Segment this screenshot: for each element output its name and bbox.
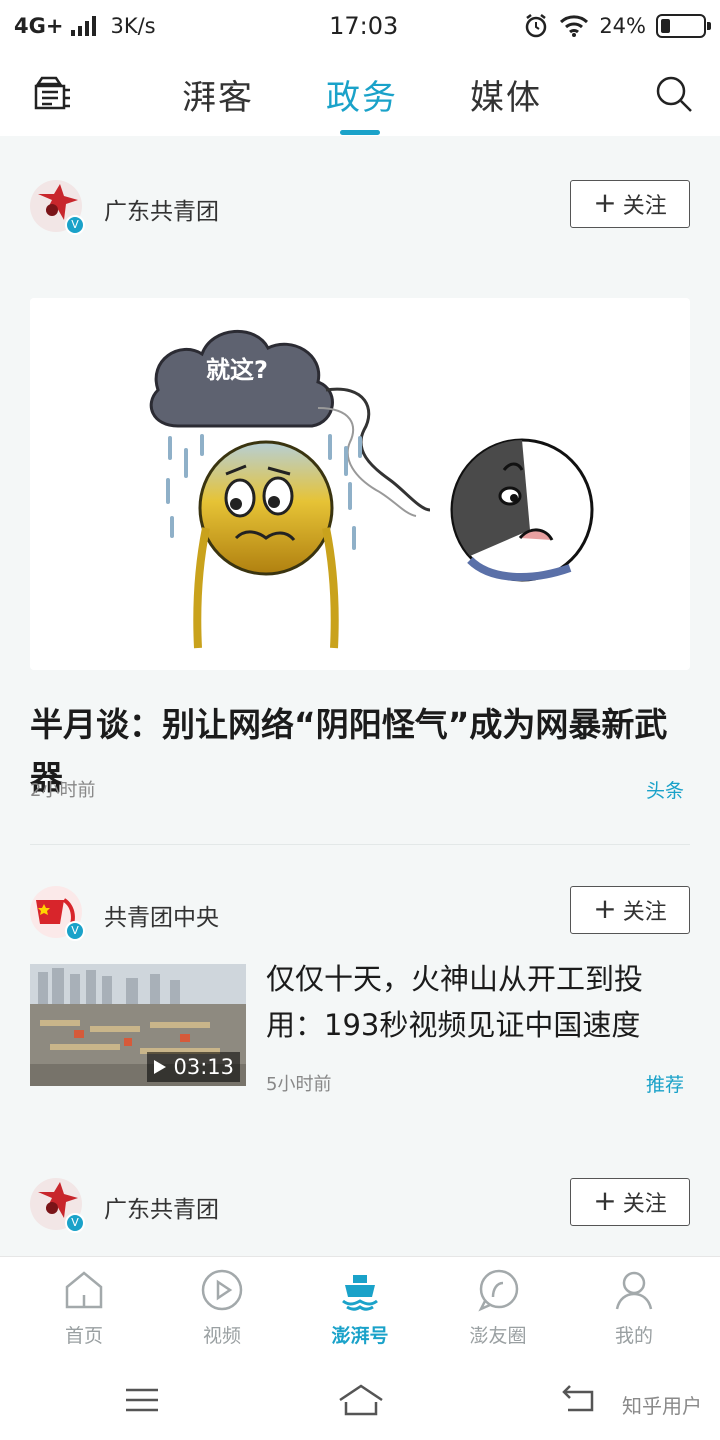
status-bar-right: 24% [523, 13, 711, 39]
play-icon [154, 1060, 167, 1074]
chat-bubble-icon [478, 1269, 519, 1312]
plus-icon: + [593, 1183, 617, 1217]
article-time: 5小时前 [266, 1074, 332, 1095]
home-icon [65, 1271, 103, 1309]
tab-zhengwu[interactable]: 政务 [326, 70, 398, 119]
back-icon[interactable] [556, 1380, 600, 1420]
article-tag: 头条 [645, 780, 684, 802]
article-time: 2小时前 [30, 780, 96, 801]
watermark: 知乎用户 [622, 1394, 702, 1418]
news-feed[interactable]: V 广东共青团 + 关注 就这? 半月谈：别让网络“阴阳怪气”成为网暴新武器 2… [0, 136, 720, 1256]
video-duration: 03:13 [147, 1052, 240, 1082]
user-icon [615, 1271, 653, 1310]
article-title[interactable]: 半月谈：别让网络“阴阳怪气”成为网暴新武器 [30, 698, 690, 804]
signal-icon [71, 16, 97, 36]
author-row: V 共青团中央 + 关注 [30, 886, 690, 942]
status-bar: 4G+ 3K/s 17:03 24% [0, 0, 720, 52]
video-play-icon [201, 1269, 243, 1311]
article-image[interactable]: 就这? [30, 298, 690, 670]
network-speed: 3K/s [110, 14, 156, 38]
tab-pengyouquan[interactable]: 澎友圈 [438, 1267, 558, 1357]
menu-icon[interactable] [120, 1380, 164, 1420]
clock: 17:03 [329, 12, 399, 40]
feed-card[interactable]: V 共青团中央 + 关注 03:13 仅仅十天，火神山从开工到投用：193秒视频… [30, 886, 690, 1096]
tab-home[interactable]: 首页 [24, 1267, 144, 1357]
avatar[interactable]: V [30, 1178, 85, 1233]
home-nav-icon[interactable] [336, 1380, 386, 1420]
tab-label: 澎友圈 [469, 1325, 527, 1347]
tab-meiti[interactable]: 媒体 [470, 70, 542, 119]
ship-list-icon[interactable] [30, 70, 76, 116]
alarm-icon [526, 14, 547, 38]
avatar[interactable]: V [30, 180, 85, 235]
battery-icon [656, 14, 711, 38]
cloud-caption: 就这? [206, 356, 268, 384]
video-thumbnail[interactable]: 03:13 [30, 964, 246, 1086]
follow-label: 关注 [622, 1192, 667, 1217]
network-type: 4G+ [14, 14, 64, 38]
tab-mine[interactable]: 我的 [574, 1267, 694, 1357]
avatar[interactable]: V [30, 886, 85, 941]
tab-video[interactable]: 视频 [162, 1267, 282, 1357]
article-tag: 推荐 [645, 1074, 684, 1096]
bottom-tab-bar: 首页 视频 澎湃号 澎友圈 我的 [0, 1256, 720, 1360]
follow-label: 关注 [622, 900, 667, 925]
feed-card[interactable]: V 广东共青团 + 关注 [30, 1178, 690, 1256]
follow-button[interactable]: + 关注 [570, 180, 690, 228]
duration-text: 03:13 [173, 1055, 234, 1079]
tab-label: 视频 [202, 1325, 241, 1347]
author-name[interactable]: 广东共青团 [104, 192, 219, 226]
verified-badge: V [65, 921, 85, 941]
feed-card[interactable]: V 广东共青团 + 关注 就这? 半月谈：别让网络“阴阳怪气”成为网暴新武器 2… [30, 180, 690, 820]
follow-button[interactable]: + 关注 [570, 1178, 690, 1226]
verified-badge: V [65, 215, 85, 235]
author-name[interactable]: 共青团中央 [104, 898, 219, 932]
plus-icon: + [593, 891, 617, 925]
tab-label: 我的 [614, 1325, 653, 1347]
follow-label: 关注 [622, 194, 667, 219]
top-nav: 湃客 政务 媒体 [0, 52, 720, 136]
tab-label: 澎湃号 [331, 1325, 389, 1347]
author-name[interactable]: 广东共青团 [104, 1190, 219, 1224]
tab-paike[interactable]: 湃客 [182, 70, 254, 119]
follow-button[interactable]: + 关注 [570, 886, 690, 934]
divider [30, 844, 690, 845]
tab-label: 首页 [64, 1325, 103, 1347]
status-bar-left: 4G+ 3K/s [14, 14, 274, 38]
article-title[interactable]: 仅仅十天，火神山从开工到投用：193秒视频见证中国速度 [266, 956, 690, 1048]
cartoon-illustration: 就这? [30, 298, 690, 670]
system-nav-bar: 知乎用户 [0, 1360, 720, 1440]
search-icon[interactable] [654, 74, 694, 114]
author-row: V 广东共青团 + 关注 [30, 180, 690, 236]
plus-icon: + [593, 185, 617, 219]
wifi-icon [560, 15, 589, 37]
verified-badge: V [65, 1213, 85, 1233]
tab-pengpaihao[interactable]: 澎湃号 [300, 1267, 420, 1357]
ship-icon [342, 1275, 378, 1311]
author-row: V 广东共青团 + 关注 [30, 1178, 690, 1234]
battery-percent: 24% [599, 14, 646, 38]
active-tab-indicator [340, 130, 380, 135]
